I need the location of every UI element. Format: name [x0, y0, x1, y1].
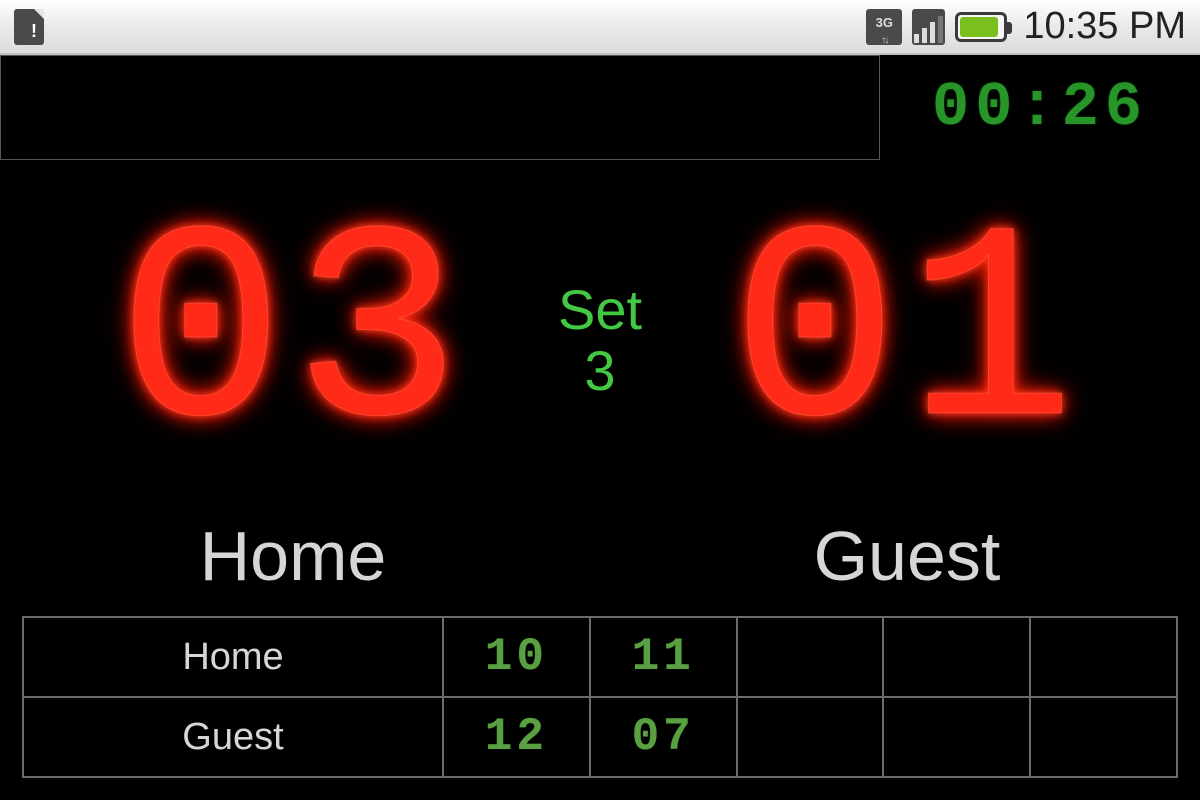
ad-banner[interactable] — [0, 55, 880, 160]
status-bar-clock: 10:35 PM — [1023, 5, 1186, 48]
top-strip: 00:26 — [0, 55, 1200, 160]
guest-team-label: Guest — [692, 516, 1122, 596]
table-row: Guest 12 07 — [23, 697, 1177, 777]
set-label: Set — [520, 279, 680, 341]
sim-alert-icon — [14, 9, 44, 45]
game-timer-display: 00:26 — [932, 72, 1148, 143]
main-score-row: 03 Set 3 01 — [0, 170, 1200, 510]
network-3g-icon: 3G — [866, 9, 902, 45]
set-indicator: Set 3 — [520, 279, 680, 402]
home-set-2: 11 — [632, 631, 695, 683]
game-timer[interactable]: 00:26 — [880, 55, 1200, 160]
battery-fill — [960, 17, 998, 37]
scoreboard-app-screen: 3G 10:35 PM 00:26 03 Set 3 01 Home Guest… — [0, 0, 1200, 800]
network-label: 3G — [876, 15, 893, 30]
status-bar: 3G 10:35 PM — [0, 0, 1200, 55]
guest-set-1: 12 — [485, 711, 548, 763]
set-number: 3 — [520, 340, 680, 402]
set-history-table: Home 10 11 Guest 12 07 — [22, 616, 1178, 778]
battery-icon — [955, 12, 1007, 42]
guest-set-2: 07 — [632, 711, 695, 763]
guest-score[interactable]: 01 — [692, 200, 1122, 480]
home-team-label: Home — [78, 516, 508, 596]
team-labels-row: Home Guest — [0, 516, 1200, 608]
table-row: Home 10 11 — [23, 617, 1177, 697]
home-score[interactable]: 03 — [78, 200, 508, 480]
signal-strength-icon — [912, 9, 945, 45]
set-history-guest-label: Guest — [23, 697, 443, 777]
set-history-home-label: Home — [23, 617, 443, 697]
home-set-1: 10 — [485, 631, 548, 683]
